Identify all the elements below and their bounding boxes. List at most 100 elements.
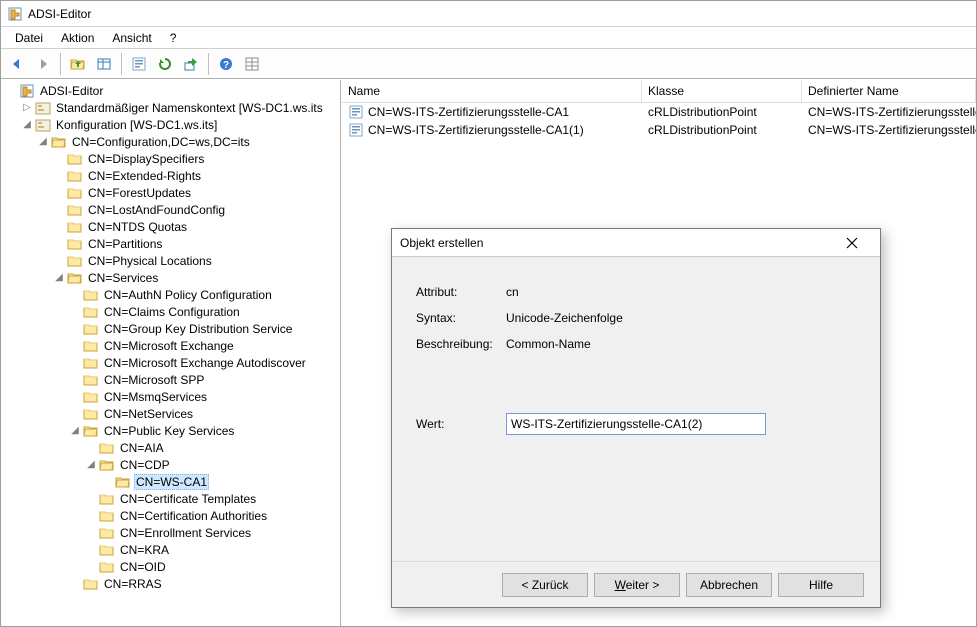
tree-item[interactable]: CN=ForestUpdates <box>53 184 340 201</box>
sheet-button[interactable] <box>240 52 264 76</box>
toolbar-separator <box>121 53 122 75</box>
cancel-button[interactable]: Abbrechen <box>686 573 772 597</box>
view-table-button[interactable] <box>92 52 116 76</box>
up-folder-button[interactable] <box>66 52 90 76</box>
tree-item[interactable]: CN=Group Key Distribution Service <box>69 320 340 337</box>
folder-icon <box>83 287 99 303</box>
tree-item[interactable]: CN=AIA <box>85 439 340 456</box>
tree-item-label: CN=WS-CA1 <box>134 474 209 490</box>
next-button[interactable]: Weiter > <box>594 573 680 597</box>
folder-icon <box>99 491 115 507</box>
back-button[interactable]: < Zurück <box>502 573 588 597</box>
folder-icon <box>83 338 99 354</box>
list-row[interactable]: CN=WS-ITS-Zertifizierungsstelle-CA1cRLDi… <box>342 103 976 121</box>
tree-item[interactable]: ◢ CN=CDP <box>85 456 340 473</box>
folder-icon <box>83 372 99 388</box>
tree-item[interactable]: CN=Certificate Templates <box>85 490 340 507</box>
tree-item-label: CN=LostAndFoundConfig <box>86 203 227 217</box>
dialog-title-bar[interactable]: Objekt erstellen <box>392 229 880 257</box>
list-cell-class: cRLDistributionPoint <box>648 123 757 137</box>
tree-item[interactable]: ▷Standardmäßiger Namenskontext [WS-DC1.w… <box>21 99 340 116</box>
tree-item[interactable]: CN=NTDS Quotas <box>53 218 340 235</box>
tree-item[interactable]: CN=KRA <box>85 541 340 558</box>
list-row[interactable]: CN=WS-ITS-Zertifizierungsstelle-CA1(1)cR… <box>342 121 976 139</box>
tree-item-label: CN=AIA <box>118 441 166 455</box>
tree-item[interactable]: CN=DisplaySpecifiers <box>53 150 340 167</box>
folder-icon <box>67 185 83 201</box>
list-cell-class: cRLDistributionPoint <box>648 105 757 119</box>
tree-item-label: CN=Microsoft Exchange Autodiscover <box>102 356 308 370</box>
help-btn[interactable]: Hilfe <box>778 573 864 597</box>
tree-item[interactable]: CN=Microsoft SPP <box>69 371 340 388</box>
tree-item[interactable]: CN=Microsoft Exchange <box>69 337 340 354</box>
col-name[interactable]: Name <box>342 80 642 102</box>
tree-item-label: CN=ForestUpdates <box>86 186 193 200</box>
tree-item-label: CN=Public Key Services <box>102 424 236 438</box>
tree-item[interactable]: ◢CN=Configuration,DC=ws,DC=its <box>37 133 340 150</box>
help-button[interactable]: ? <box>214 52 238 76</box>
tree-item[interactable]: CN=OID <box>85 558 340 575</box>
chevron-down-icon[interactable]: ◢ <box>69 425 81 437</box>
list-cell-dn: CN=WS-ITS-Zertifizierungsstelle-CA1(1 <box>808 123 976 137</box>
toolbar-separator <box>60 53 61 75</box>
list-header: Name Klasse Definierter Name <box>342 80 976 103</box>
folder-icon <box>99 559 115 575</box>
close-icon[interactable] <box>832 230 872 256</box>
refresh-button[interactable] <box>153 52 177 76</box>
value-input[interactable] <box>506 413 766 435</box>
chevron-down-icon[interactable]: ◢ <box>53 272 65 284</box>
menu-action[interactable]: Aktion <box>53 29 102 47</box>
back-button[interactable] <box>5 52 29 76</box>
folder-icon <box>67 202 83 218</box>
tree-item[interactable]: CN=Certification Authorities <box>85 507 340 524</box>
menu-view[interactable]: Ansicht <box>104 29 159 47</box>
tree-item-label: CN=Claims Configuration <box>102 305 242 319</box>
tree-item[interactable]: CN=LostAndFoundConfig <box>53 201 340 218</box>
dialog-body: Attribut: cn Syntax: Unicode-Zeichenfolg… <box>392 257 880 561</box>
tree-item-label: ADSI-Editor <box>38 84 105 98</box>
tree-item[interactable]: CN=Extended-Rights <box>53 167 340 184</box>
root-icon <box>19 83 35 99</box>
tree-root[interactable]: ADSI-Editor <box>5 82 340 99</box>
menu-help[interactable]: ? <box>162 29 185 47</box>
attr-value: cn <box>506 285 519 299</box>
tree-item-label: CN=NTDS Quotas <box>86 220 189 234</box>
col-class[interactable]: Klasse <box>642 80 802 102</box>
tree-item-label: CN=Services <box>86 271 160 285</box>
tree-item[interactable]: CN=Enrollment Services <box>85 524 340 541</box>
tree-item-label: Konfiguration [WS-DC1.ws.its] <box>54 118 219 132</box>
svg-text:?: ? <box>223 60 229 71</box>
properties-button[interactable] <box>127 52 151 76</box>
folder-icon <box>83 406 99 422</box>
tree-item[interactable]: CN=Microsoft Exchange Autodiscover <box>69 354 340 371</box>
tree-item[interactable]: CN=MsmqServices <box>69 388 340 405</box>
col-dn[interactable]: Definierter Name <box>802 80 976 102</box>
tree-item[interactable]: CN=Partitions <box>53 235 340 252</box>
tree-item[interactable]: ◢ CN=Services <box>53 269 340 286</box>
tree-item[interactable]: CN=AuthN Policy Configuration <box>69 286 340 303</box>
chevron-down-icon[interactable]: ◢ <box>21 119 33 131</box>
menu-file[interactable]: Datei <box>7 29 51 47</box>
tree-item-label: CN=Enrollment Services <box>118 526 253 540</box>
tree-item[interactable]: CN=Claims Configuration <box>69 303 340 320</box>
chevron-right-icon[interactable]: ▷ <box>21 102 33 114</box>
tree-item[interactable]: CN=RRAS <box>69 575 340 592</box>
syntax-label: Syntax: <box>416 311 506 325</box>
tree-item-label: CN=OID <box>118 560 168 574</box>
tree-item[interactable]: CN=WS-CA1 <box>101 473 340 490</box>
config-icon <box>35 117 51 133</box>
chevron-down-icon[interactable]: ◢ <box>37 136 49 148</box>
tree-item-label: CN=Microsoft SPP <box>102 373 206 387</box>
forward-button[interactable] <box>31 52 55 76</box>
tree-item[interactable]: CN=NetServices <box>69 405 340 422</box>
tree-item-label: CN=CDP <box>118 458 172 472</box>
export-button[interactable] <box>179 52 203 76</box>
tree-item[interactable]: CN=Physical Locations <box>53 252 340 269</box>
tree-pane[interactable]: ADSI-Editor▷Standardmäßiger Namenskontex… <box>1 80 341 626</box>
tree-item[interactable]: ◢ CN=Public Key Services <box>69 422 340 439</box>
tree-item-label: CN=DisplaySpecifiers <box>86 152 206 166</box>
title-bar: ADSI-Editor <box>1 1 976 27</box>
tree-item[interactable]: ◢ Konfiguration [WS-DC1.ws.its] <box>21 116 340 133</box>
list-item-icon <box>348 104 364 120</box>
chevron-down-icon[interactable]: ◢ <box>85 459 97 471</box>
